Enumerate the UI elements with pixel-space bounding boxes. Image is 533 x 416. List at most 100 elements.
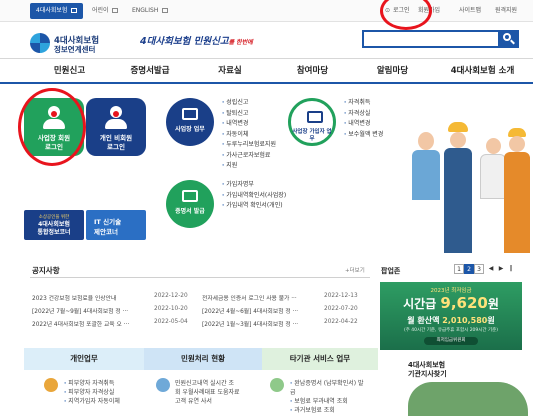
- tab-personal-work[interactable]: 개인업무: [24, 348, 144, 370]
- nav-complaint[interactable]: 민원신고: [42, 59, 97, 83]
- tab-kids[interactable]: 어린이: [86, 3, 124, 19]
- logo-mark-icon: [30, 33, 50, 53]
- other-agency-link[interactable]: 완납증명서 (납부확인서) 발: [290, 379, 363, 388]
- briefcase-icon: [182, 108, 198, 120]
- member-work-circle[interactable]: 사업장 가입자 업무: [288, 98, 336, 146]
- banner-monthly: 월 환산액 2,010,580원: [380, 315, 522, 326]
- regional-office-finder[interactable]: 4대사회보험 기관지사찾기: [408, 361, 447, 379]
- business-work-circle[interactable]: 사업장 업무: [166, 98, 214, 146]
- service-link[interactable]: 가사근로자보험료: [222, 151, 276, 162]
- service-link[interactable]: 성립신고: [222, 98, 276, 109]
- banner-monthly-label: 월 환산액: [407, 316, 440, 325]
- notice-link[interactable]: [2022년 4월~6월] 4대사회보험 정 ···: [202, 306, 298, 315]
- other-agency-link-cont[interactable]: 급: [290, 388, 364, 397]
- popup-page-2[interactable]: 2: [464, 264, 474, 274]
- notice-row: 2023 건강보험 보험료율 인상안내 2022-12-20 전자세금용 인증서…: [32, 293, 372, 302]
- slogan-sub: 를 한번에: [228, 39, 253, 46]
- tab-complaint-status[interactable]: 민원처리 현황: [144, 348, 262, 370]
- regional-line1: 4대사회보험: [408, 361, 446, 369]
- tab-label: 4대사회보험: [36, 7, 68, 14]
- highlight-circle-business-login: [18, 88, 86, 166]
- notice-link[interactable]: [2022년 7월~9월] 4대사회보험 정 ···: [32, 309, 128, 315]
- button-label: 소상공인을 위한: [38, 215, 70, 220]
- service-link[interactable]: 지원: [222, 161, 276, 172]
- banner-note: (주 40시간 기준, 유급주휴 포함시 209시간 기준): [403, 328, 499, 333]
- service-link[interactable]: 자격취득: [344, 98, 383, 109]
- status-line[interactable]: 민원신고내역 실시간 조: [175, 379, 240, 388]
- notice-link[interactable]: 전자세금용 인증서 로그인 사용 불가 ···: [202, 293, 297, 302]
- notice-more-link[interactable]: +더보기: [345, 266, 365, 274]
- main-navigation: 민원신고 증명서발급 자료실 참여마당 알림마당 4대사회보험 소개: [0, 58, 533, 84]
- nav-notice[interactable]: 알림마당: [365, 59, 420, 83]
- personal-work-link[interactable]: 피부양자 자격취득: [64, 379, 120, 388]
- search-button[interactable]: [498, 30, 519, 48]
- external-link-icon: [162, 8, 169, 13]
- popup-page-1[interactable]: 1: [454, 264, 464, 274]
- divider: [30, 277, 370, 278]
- tab-other-agency[interactable]: 타기관 서비스 업무: [262, 348, 378, 370]
- person-body: [504, 152, 530, 253]
- notice-date: 2022-12-13: [324, 293, 358, 299]
- certificate-list: 가입자명부 가입내역확인서(사업장) 가입내역 확인서(개인): [222, 180, 286, 212]
- highlight-circle-login: [380, 0, 432, 30]
- notice-date: 2022-07-20: [324, 306, 358, 312]
- popup-pause-icon[interactable]: ‖: [506, 264, 516, 274]
- personal-work-link[interactable]: 지역가입자 자동이체: [64, 397, 120, 406]
- service-link[interactable]: 탈퇴신고: [222, 109, 276, 120]
- notice-title: 공지사항: [32, 266, 60, 275]
- status-line: 회 우월사례대표 도움자료: [175, 389, 240, 396]
- service-link[interactable]: 두루누리보험료지원: [222, 140, 276, 151]
- popup-prev-icon[interactable]: ◀: [486, 264, 496, 274]
- minimum-wage-banner[interactable]: 2023년 최저임금 시간급 9,620원 월 환산액 2,010,580원 (…: [380, 282, 522, 350]
- button-label: IT 신기술: [94, 218, 122, 226]
- logo-line2: 정보연계센터: [54, 45, 96, 54]
- circle-label: 증명서 발급: [175, 208, 205, 215]
- remote-support-link[interactable]: 원격지원: [495, 3, 517, 19]
- service-link[interactable]: 가입내역확인서(사업장): [222, 191, 286, 202]
- it-proposal-button[interactable]: IT 신기술 제안코너: [86, 210, 146, 240]
- certificate-circle[interactable]: 증명서 발급: [166, 180, 214, 228]
- member-work-list: 자격취득 자격상실 내역변경 보수월액 변경: [344, 98, 383, 140]
- person-body: [412, 150, 440, 200]
- person-head: [486, 138, 501, 154]
- banner-unit: 원: [487, 297, 499, 311]
- korea-map-icon: [408, 382, 528, 416]
- business-work-list: 성립신고 탈퇴신고 내역변경 자동이체 두루누리보험료지원 가사근로자보험료 지…: [222, 98, 276, 172]
- button-label: 4대사회보험: [38, 221, 70, 228]
- smallbiz-info-button[interactable]: 소상공인을 위한 4대사회보험 통합정보코너: [24, 210, 84, 240]
- user-icon-badge: [113, 111, 119, 117]
- service-link[interactable]: 자격상실: [344, 109, 383, 120]
- banner-badge: 최저임금위원회: [424, 337, 478, 345]
- personal-guest-login-button[interactable]: 개인 비회원 로그인: [86, 98, 146, 156]
- notice-link[interactable]: 2022년 4대사회보험 포괄한 교육 오 ···: [32, 322, 129, 328]
- service-link[interactable]: 자동이체: [222, 130, 276, 141]
- notice-date: 2022-10-20: [154, 306, 188, 312]
- person-head: [450, 132, 466, 148]
- external-link-icon: [112, 8, 119, 13]
- complaint-status-text: 민원신고내역 실시간 조 회 우월사례대표 도움자료 고객 유연 사서: [175, 379, 240, 406]
- nav-certificate[interactable]: 증명서발급: [120, 59, 180, 83]
- notice-date: 2022-04-22: [324, 319, 358, 325]
- nav-participation[interactable]: 참여마당: [285, 59, 340, 83]
- slogan-main: 4대사회보험 민원신고: [140, 36, 229, 47]
- tab-4insurance[interactable]: 4대사회보험: [30, 3, 84, 19]
- nav-about[interactable]: 4대사회보험 소개: [435, 59, 530, 83]
- popup-next-icon[interactable]: ▶: [496, 264, 506, 274]
- nav-resources[interactable]: 자료실: [205, 59, 255, 83]
- other-agency-link[interactable]: 보험료 부과내역 조회: [290, 397, 364, 406]
- service-link[interactable]: 내역변경: [344, 119, 383, 130]
- sitemap-link[interactable]: 사이트맵: [459, 3, 481, 19]
- service-link[interactable]: 가입자명부: [222, 180, 286, 191]
- tab-english[interactable]: ENGLISH: [126, 3, 174, 19]
- service-link[interactable]: 가입내역 확인서(개인): [222, 201, 286, 212]
- circle-label: 사업장 가입자 업무: [292, 129, 332, 142]
- notice-link[interactable]: 2023 건강보험 보험료율 인상안내: [32, 296, 116, 302]
- notice-link[interactable]: [2022년 1월~3월] 4대사회보험 정 ···: [202, 319, 298, 328]
- other-agency-link[interactable]: 과거보험료 조회: [290, 406, 364, 415]
- personal-work-link[interactable]: 피부양자 자격상실: [64, 388, 120, 397]
- service-link[interactable]: 보수월액 변경: [344, 130, 383, 141]
- search-input[interactable]: [362, 30, 498, 48]
- popup-page-3[interactable]: 3: [474, 264, 484, 274]
- external-link-icon: [71, 8, 78, 13]
- service-link[interactable]: 내역변경: [222, 119, 276, 130]
